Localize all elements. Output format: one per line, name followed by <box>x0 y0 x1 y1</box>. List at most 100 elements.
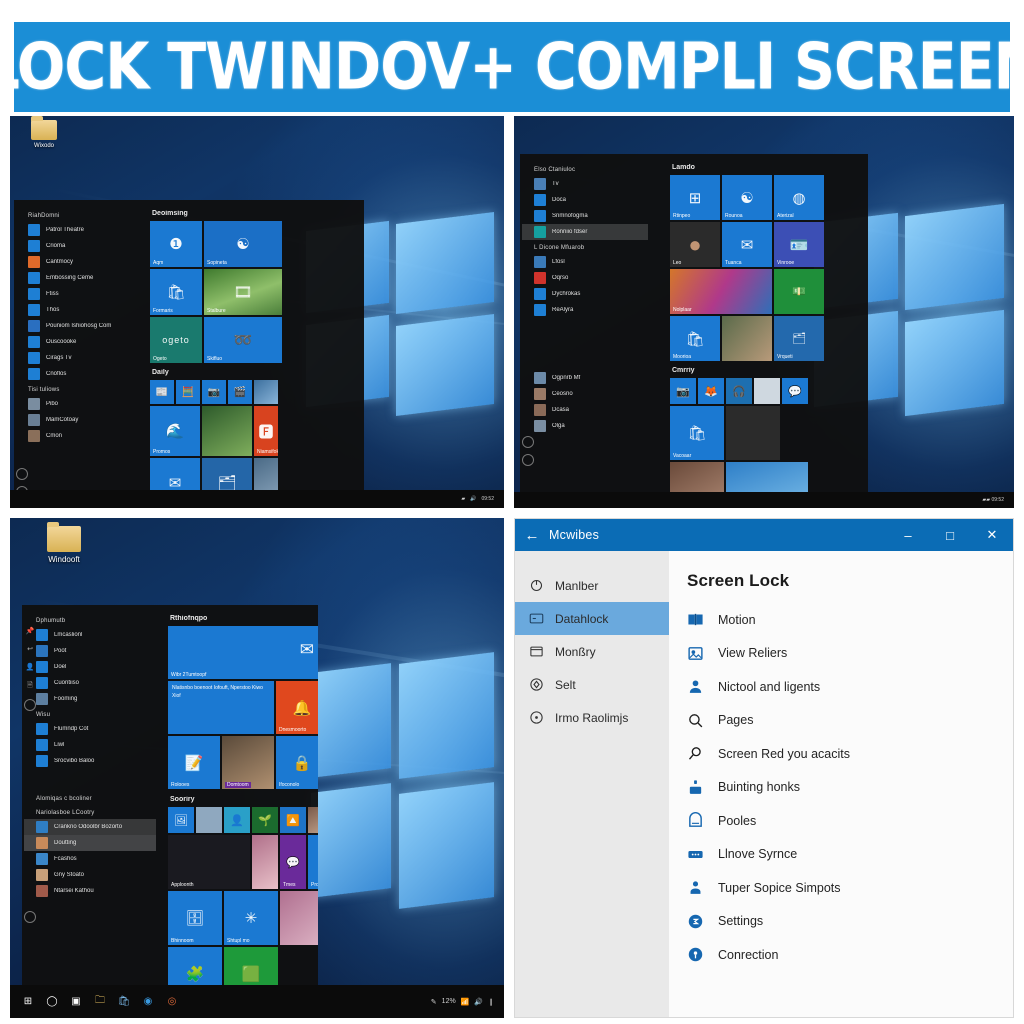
start-tile[interactable]: 💵 <box>774 269 824 314</box>
start-tile[interactable] <box>196 807 222 833</box>
start-app-item[interactable]: Ogpnrb Mf <box>522 370 662 386</box>
start-menu[interactable]: Elso Ctaniuloc Tv Doca Snmnofogma Ronnii… <box>520 154 868 508</box>
start-tile[interactable]: ● Leo <box>670 222 720 267</box>
start-menu-app-list[interactable]: RiahDomni Patrol Theatre Crioma Cantmocy… <box>14 200 142 508</box>
start-tile[interactable]: 🅵 Niamsifoloook <box>254 406 278 456</box>
start-tile[interactable]: ⊞ Rtinpeo <box>670 175 720 220</box>
start-tile[interactable]: 🎞 Stalbure <box>204 269 282 315</box>
start-app-item[interactable]: Embossing Ceme <box>16 270 142 286</box>
start-tile[interactable]: Nolplaar <box>670 269 772 314</box>
cortana-icon[interactable]: ◯ <box>45 995 59 1009</box>
start-tile[interactable]: ⬇ Prooo <box>308 835 318 889</box>
start-tile[interactable]: ◍ Aterizal <box>774 175 824 220</box>
start-tile[interactable]: 🧮 <box>176 380 200 404</box>
start-tile[interactable]: 🌊 Promos <box>150 406 200 456</box>
tray-clock[interactable]: 09:52 <box>481 496 494 502</box>
start-tile[interactable]: 🗂 Vrqueti <box>774 316 824 361</box>
start-tile[interactable]: Nlatisnbo boenoot Iofouft, Nperstoo Kiwo… <box>168 681 274 734</box>
edge-icon[interactable]: ◉ <box>141 995 155 1009</box>
start-menu[interactable]: 📌 ↩ 👤 🗎 Dphumutb Lmcaslionl Poot Doel Cu… <box>22 605 318 985</box>
tray-volume-icon[interactable]: 🔊 <box>470 496 476 502</box>
start-icon[interactable]: ⊞ <box>21 995 35 1009</box>
start-tile[interactable]: 🛍 Vacoaar <box>670 406 724 460</box>
start-tile[interactable]: 🖼 <box>168 807 194 833</box>
start-app-item[interactable]: Cirags Tv <box>16 350 142 366</box>
sidebar-item-irmo-raolimjs[interactable]: Irmo Raolimjs <box>515 701 669 734</box>
start-tile[interactable] <box>726 406 780 460</box>
sidebar-item-selt[interactable]: Selt <box>515 668 669 701</box>
sidebar-item-manlber[interactable]: Manlber <box>515 569 669 602</box>
start-tile[interactable] <box>252 835 278 889</box>
start-app-item[interactable]: Oqrso <box>522 270 662 286</box>
taskbar[interactable]: ▰ 🔊 09:52 <box>10 490 504 508</box>
start-app-item[interactable]: Patrol Theatre <box>16 222 142 238</box>
file-explorer-icon[interactable]: 🗀 <box>93 995 107 1009</box>
start-tile[interactable]: ☯ Rounoa <box>722 175 772 220</box>
start-app-item-selected[interactable]: Doutting <box>24 835 156 851</box>
option-view-reliers[interactable]: View Reliers <box>687 637 1013 671</box>
close-button[interactable]: ✕ <box>971 519 1013 551</box>
start-tile[interactable]: 📰 <box>150 380 174 404</box>
chrome-icon[interactable]: ◎ <box>165 995 179 1009</box>
start-tile[interactable]: 🪪 Vinrooe <box>774 222 824 267</box>
start-tile[interactable]: 🎬 <box>228 380 252 404</box>
start-tile[interactable]: 🔼 <box>280 807 306 833</box>
start-tile[interactable]: 🛍 Formaris <box>150 269 202 315</box>
start-tile[interactable]: ☯ Sopineta <box>204 221 282 267</box>
start-app-item[interactable]: Lmcaslionl <box>24 627 160 643</box>
start-app-item[interactable]: Doca <box>522 192 662 208</box>
start-tile[interactable]: ➿ Skifluo <box>204 317 282 363</box>
start-app-item[interactable]: Ntarsei Kathou <box>24 883 160 899</box>
start-app-item[interactable]: Fooming <box>24 691 160 707</box>
start-app-item[interactable]: MamCotoay <box>16 412 142 428</box>
start-tile[interactable]: 🔔 Dnesmoorto <box>276 681 318 734</box>
start-tile[interactable]: ✉ Wibr 2Tumtoopf <box>168 626 318 679</box>
tray-volume-icon[interactable]: 🔊 <box>474 998 483 1006</box>
option-buinting-honks[interactable]: Buinting honks <box>687 771 1013 805</box>
start-tile[interactable]: 📷 <box>202 380 226 404</box>
option-settings[interactable]: Settings <box>687 905 1013 939</box>
start-tile[interactable]: 🎧 <box>726 378 752 404</box>
start-app-item[interactable]: Doel <box>24 659 160 675</box>
start-app-item[interactable]: Dychrokas <box>522 286 662 302</box>
option-pages[interactable]: Pages <box>687 704 1013 738</box>
taskbar[interactable]: ▰▰ 09:52 <box>514 492 1014 508</box>
start-app-item[interactable]: Ouscoooke <box>16 334 142 350</box>
start-tile[interactable]: 💬 <box>782 378 808 404</box>
start-app-item[interactable]: Olga <box>522 418 662 434</box>
option-motion[interactable]: Motion <box>687 603 1013 637</box>
start-tile[interactable]: 🔒 Ifoconolo <box>276 736 318 789</box>
start-menu-app-list[interactable]: Dphumutb Lmcaslionl Poot Doel Cuontiiso … <box>22 605 160 985</box>
start-tile[interactable]: 👤 <box>224 807 250 833</box>
start-app-item[interactable]: Pouniom Ishiohosg Com <box>16 318 142 334</box>
start-tile[interactable]: 📝 Rolooes <box>168 736 220 789</box>
option-pooles[interactable]: Pooles <box>687 804 1013 838</box>
tray-clock[interactable]: ▰▰ 09:52 <box>982 497 1004 503</box>
start-app-item[interactable]: Flumndp Cot <box>24 721 160 737</box>
start-tile[interactable] <box>280 891 318 945</box>
start-app-item[interactable]: Ceosno <box>522 386 662 402</box>
start-tile[interactable] <box>722 316 772 361</box>
system-tray[interactable]: ▰▰ 09:52 <box>982 497 1008 503</box>
start-app-item[interactable]: Cantmocy <box>16 254 142 270</box>
option-nictool-and-ligents[interactable]: Nictool and ligents <box>687 670 1013 704</box>
tray-network-icon[interactable]: ▰ <box>461 496 465 502</box>
desktop-folder-icon[interactable]: Windooft <box>36 522 92 564</box>
minimize-button[interactable]: – <box>887 519 929 551</box>
start-menu-app-list[interactable]: Elso Ctaniuloc Tv Doca Snmnofogma Ronnii… <box>520 154 662 508</box>
start-app-item[interactable]: Gny Stoato <box>24 867 160 883</box>
tray-notifications-icon[interactable]: ❙ <box>488 998 494 1006</box>
start-app-item[interactable]: Pibo <box>16 396 142 412</box>
start-tile[interactable]: ✳ Shtupl mo <box>224 891 278 945</box>
option-tuper-sopice-simpots[interactable]: Tuper Sopice Simpots <box>687 871 1013 905</box>
start-app-item[interactable]: Lfosl <box>522 254 662 270</box>
sidebar-item-datahlock[interactable]: Datahlock <box>515 602 669 635</box>
task-view-icon[interactable]: ▣ <box>69 995 83 1009</box>
start-app-item[interactable]: Fcashos <box>24 851 160 867</box>
start-app-item-selected[interactable]: Ronniio fdser <box>522 224 648 240</box>
start-menu-tiles[interactable]: Rthiofnqpo ✉ Wibr 2Tumtoopf Nlatisnbo boe… <box>160 605 318 985</box>
sidebar-item-monsry[interactable]: Monßry <box>515 635 669 668</box>
start-tile[interactable] <box>202 406 252 456</box>
start-tile[interactable]: 🦊 <box>698 378 724 404</box>
start-tile[interactable] <box>754 378 780 404</box>
